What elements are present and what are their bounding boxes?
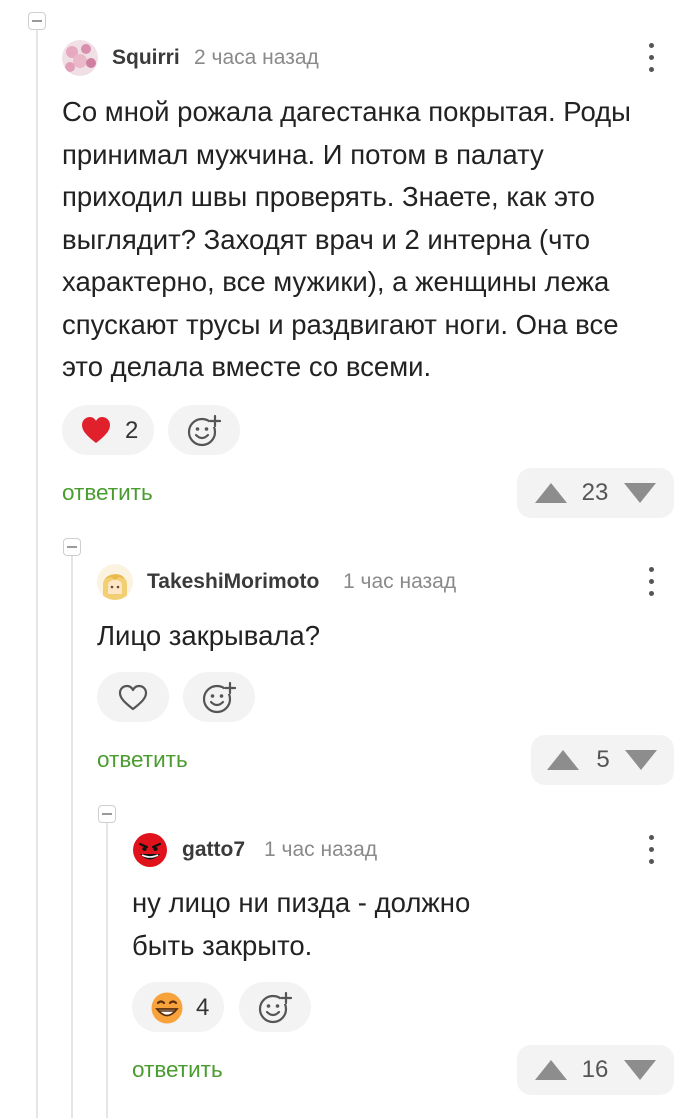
heart-icon [82, 417, 110, 443]
upvote-button[interactable] [547, 750, 579, 770]
avatar-anime-icon [97, 564, 133, 600]
username[interactable]: TakeshiMorimoto [147, 570, 319, 594]
like-button[interactable] [97, 672, 169, 722]
comment-text: ну лицо ни пизда - должно быть закрыто. [132, 887, 471, 961]
timestamp[interactable]: 1 час назад [264, 838, 377, 862]
add-reaction-button[interactable] [168, 405, 240, 455]
thread-line-1 [36, 28, 38, 1118]
heart-outline-icon [118, 684, 148, 711]
avatar[interactable] [132, 832, 168, 868]
collapse-thread-button-1[interactable] [28, 12, 46, 30]
more-options-icon[interactable] [646, 567, 656, 597]
comment-text: Со мной рожала дагестанка покрытая. Роды… [62, 96, 631, 382]
reaction-count: 2 [125, 417, 139, 444]
grinning-face-icon [151, 992, 183, 1024]
downvote-button[interactable] [625, 750, 657, 770]
comment-text: Лицо закрывала? [97, 620, 321, 651]
downvote-button[interactable] [624, 1060, 656, 1080]
username[interactable]: gatto7 [182, 838, 245, 862]
more-options-icon[interactable] [646, 835, 656, 865]
rating-value: 23 [581, 479, 609, 506]
rating-value: 16 [581, 1056, 609, 1083]
downvote-button[interactable] [624, 483, 656, 503]
avatar[interactable] [97, 564, 133, 600]
more-options-icon[interactable] [646, 43, 656, 73]
thread-line-2 [71, 556, 73, 1118]
rating-box: 16 [517, 1045, 674, 1095]
timestamp[interactable]: 2 часа назад [194, 46, 319, 70]
avatar[interactable] [62, 40, 98, 76]
reply-link[interactable]: ответить [97, 747, 188, 773]
reaction-count: 4 [196, 994, 210, 1021]
rating-box: 5 [531, 735, 674, 785]
timestamp[interactable]: 1 час назад [343, 570, 456, 594]
reaction-grinning-button[interactable]: 4 [132, 982, 224, 1032]
reply-link[interactable]: ответить [62, 480, 153, 506]
devil-face-icon [132, 832, 168, 868]
rating-value: 5 [596, 746, 610, 773]
thread-line-3 [106, 823, 108, 1118]
add-emoji-icon [187, 414, 221, 447]
add-emoji-icon [202, 681, 236, 714]
add-reaction-button[interactable] [239, 982, 311, 1032]
add-reaction-button[interactable] [183, 672, 255, 722]
collapse-thread-button-3[interactable] [98, 805, 116, 823]
upvote-button[interactable] [535, 483, 567, 503]
add-emoji-icon [258, 991, 292, 1024]
reaction-heart-button[interactable]: 2 [62, 405, 154, 455]
rating-box: 23 [517, 468, 674, 518]
username[interactable]: Squirri [112, 46, 180, 70]
reply-link[interactable]: ответить [132, 1057, 223, 1083]
collapse-thread-button-2[interactable] [63, 538, 81, 556]
avatar-flowers-icon [62, 40, 98, 76]
upvote-button[interactable] [535, 1060, 567, 1080]
